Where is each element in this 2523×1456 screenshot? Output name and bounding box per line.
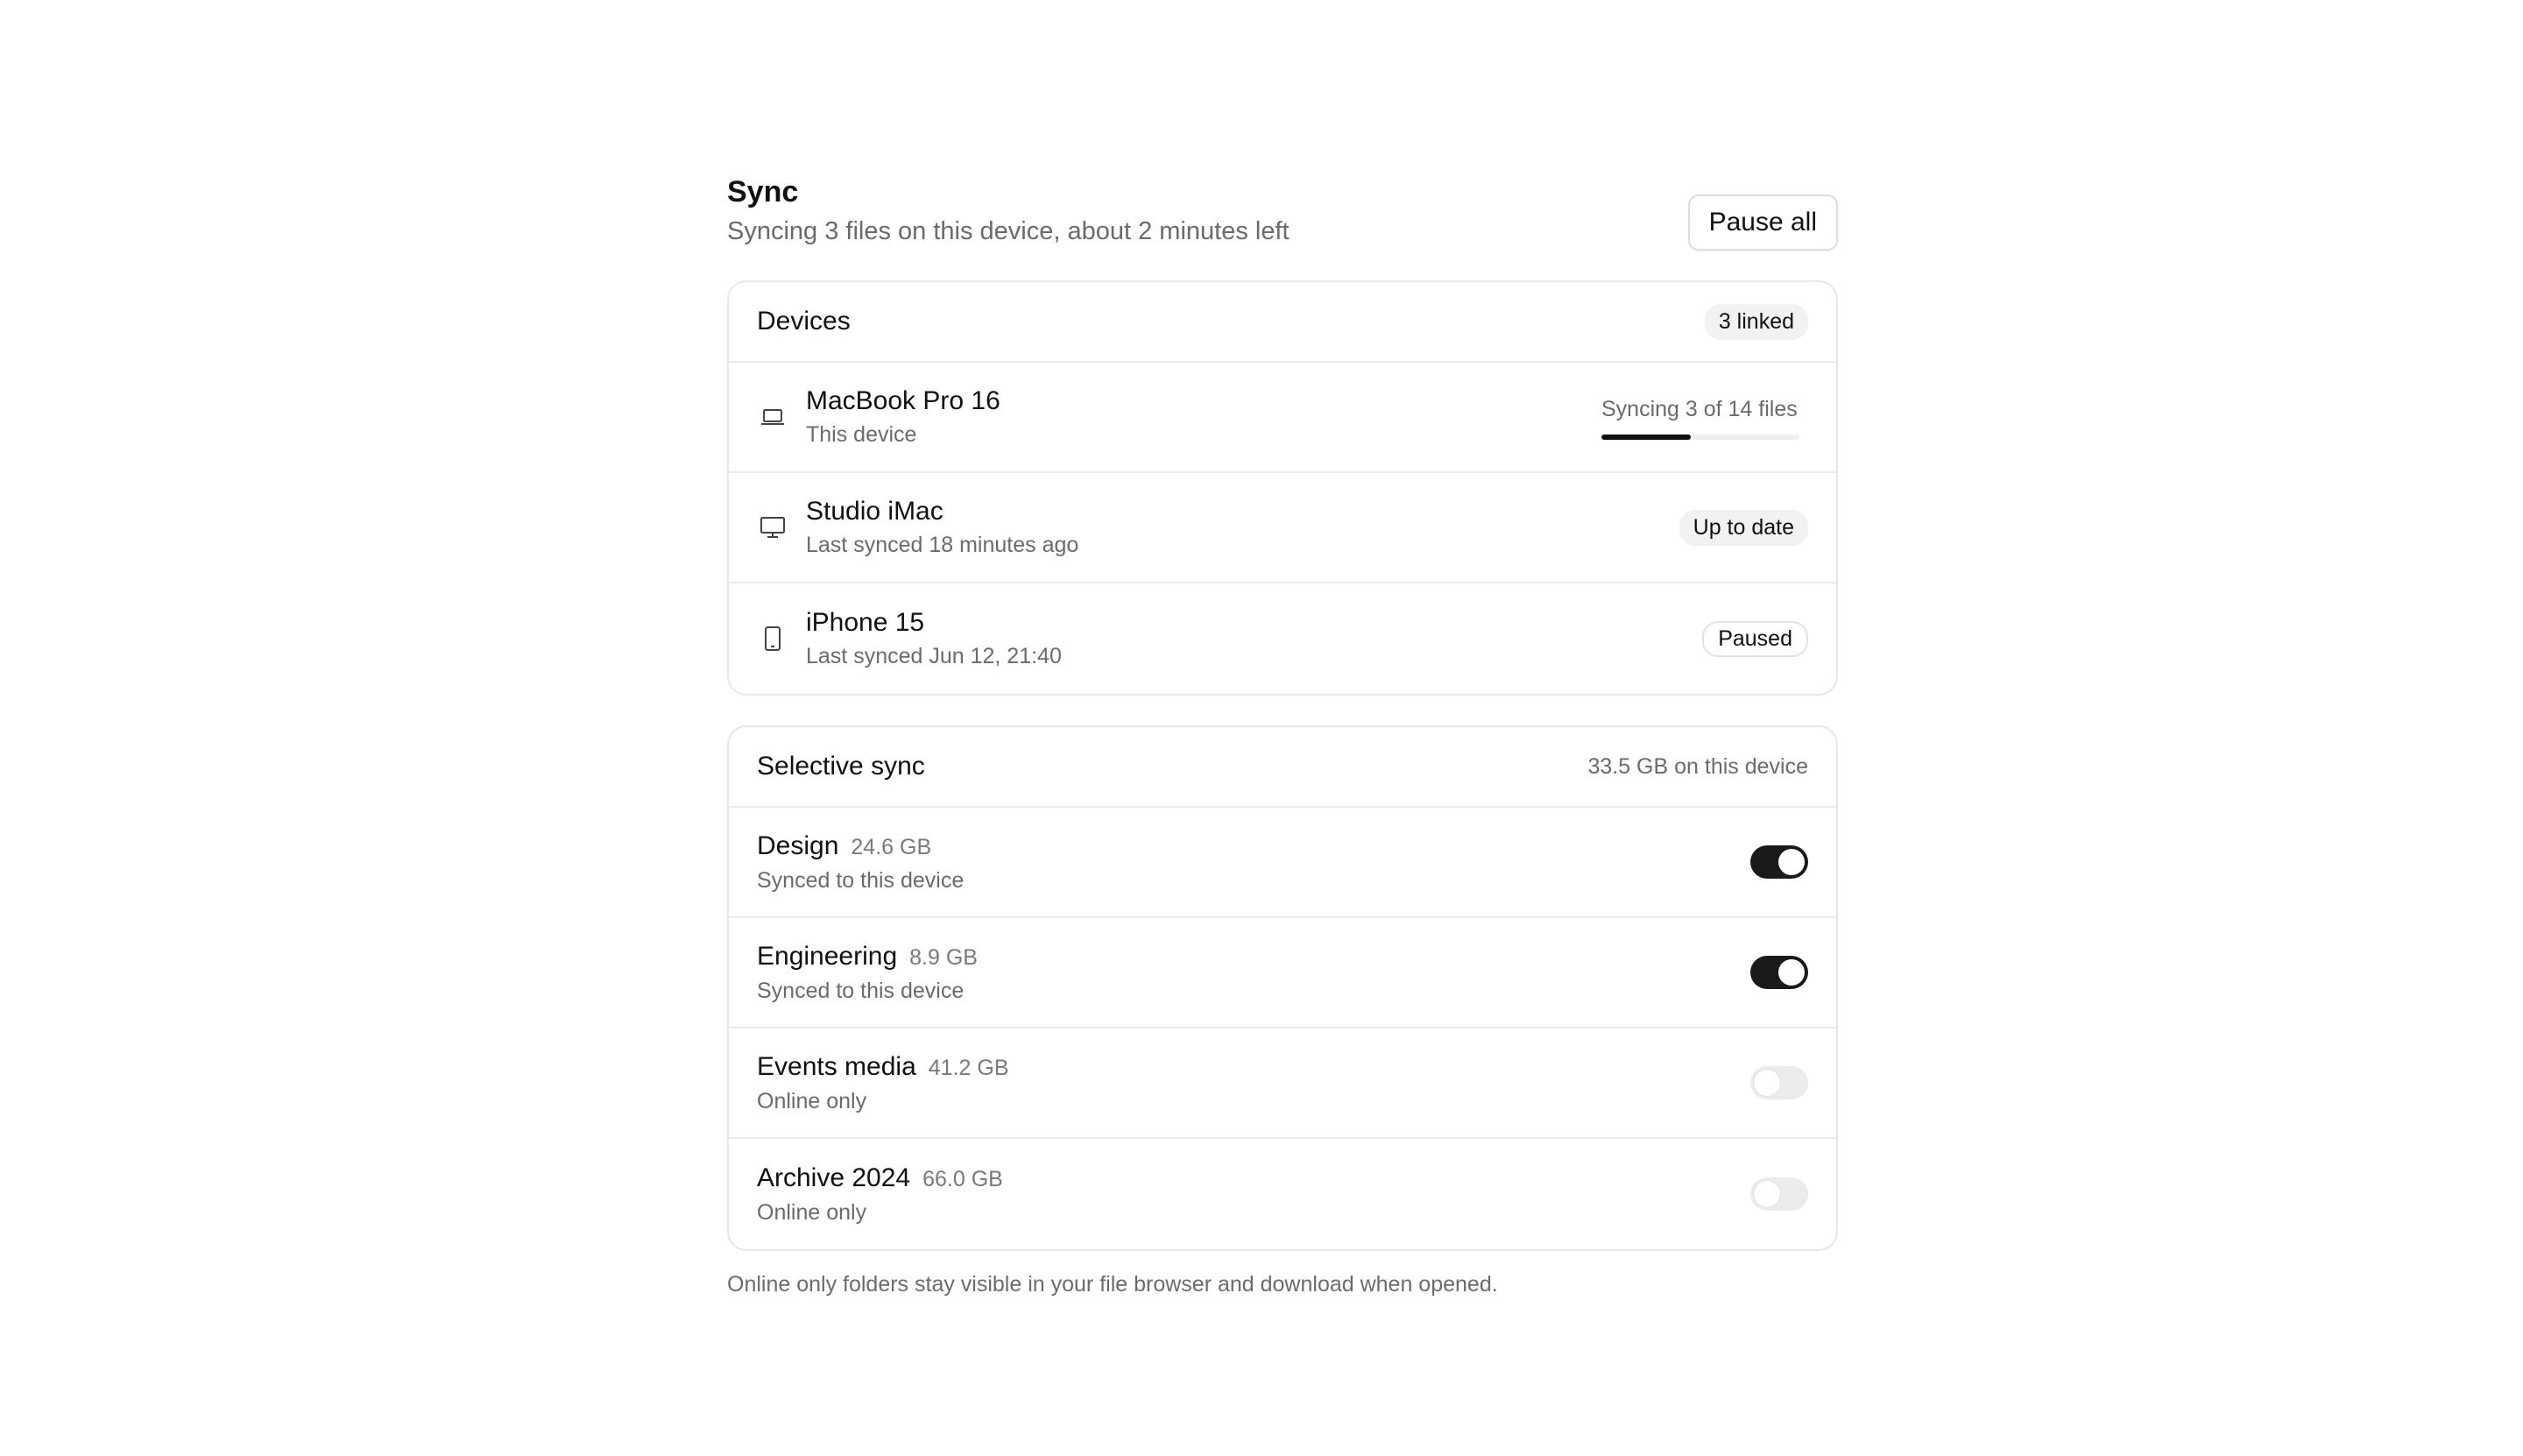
selective-sync-header: Selective sync 33.5 GB on this device: [729, 727, 1836, 808]
folder-row-engineering: Engineering 8.9 GB Synced to this device: [729, 918, 1836, 1028]
storage-summary: 33.5 GB on this device: [1587, 753, 1808, 779]
device-subtitle: This device: [806, 422, 917, 447]
page-header: Sync Syncing 3 files on this device, abo…: [727, 172, 1838, 280]
toggle-knob: [1778, 849, 1805, 875]
devices-card: Devices 3 linked MacBook Pro 16 This dev…: [727, 280, 1838, 696]
linked-count-badge: 3 linked: [1704, 303, 1808, 340]
device-subtitle: Last synced 18 minutes ago: [806, 533, 1079, 557]
sync-settings-page: Sync Syncing 3 files on this device, abo…: [727, 172, 1838, 1297]
device-row-iphone[interactable]: iPhone 15 Last synced Jun 12, 21:40 Paus…: [729, 583, 1836, 694]
toggle-knob: [1754, 1181, 1780, 1207]
page-subtitle: Syncing 3 files on this device, about 2 …: [727, 217, 1290, 245]
folder-sync-state: Synced to this device: [757, 978, 965, 1003]
devices-header: Devices 3 linked: [729, 282, 1836, 363]
laptop-icon: [757, 401, 788, 433]
device-name: MacBook Pro 16: [806, 386, 1000, 415]
device-row-imac[interactable]: Studio iMac Last synced 18 minutes ago U…: [729, 473, 1836, 583]
folder-sync-toggle[interactable]: [1750, 956, 1808, 989]
selective-sync-title: Selective sync: [757, 752, 925, 781]
folder-name: Engineering: [757, 941, 898, 971]
sync-progress-bar: [1601, 435, 1799, 440]
selective-sync-card: Selective sync 33.5 GB on this device De…: [727, 725, 1838, 1251]
pause-all-button[interactable]: Pause all: [1687, 194, 1838, 251]
devices-title: Devices: [757, 307, 851, 336]
page-title: Sync: [727, 175, 799, 209]
device-subtitle: Last synced Jun 12, 21:40: [806, 644, 1062, 668]
device-row-macbook[interactable]: MacBook Pro 16 This device Syncing 3 of …: [729, 363, 1836, 473]
online-only-footnote: Online only folders stay visible in your…: [727, 1272, 1498, 1297]
folder-name: Design: [757, 830, 839, 860]
desktop-icon: [757, 512, 788, 543]
folder-sync-state: Online only: [757, 1199, 867, 1225]
status-badge: Up to date: [1678, 509, 1808, 546]
folder-size: 41.2 GB: [928, 1055, 1009, 1080]
toggle-knob: [1754, 1070, 1780, 1096]
device-name: Studio iMac: [806, 497, 943, 526]
folder-sync-toggle[interactable]: [1750, 1066, 1808, 1099]
toggle-knob: [1778, 959, 1805, 986]
device-name: iPhone 15: [806, 608, 925, 637]
folder-name: Archive 2024: [757, 1163, 911, 1192]
folder-row-events-media: Events media 41.2 GB Online only: [729, 1028, 1836, 1139]
status-badge: Paused: [1702, 620, 1808, 657]
folder-size: 8.9 GB: [909, 944, 978, 970]
folder-name: Events media: [757, 1051, 916, 1081]
sync-progress-status: Syncing 3 of 14 files: [1601, 394, 1808, 440]
folder-sync-toggle[interactable]: [1750, 1177, 1808, 1211]
sync-progress-fill: [1601, 435, 1691, 440]
folder-row-archive-2024: Archive 2024 66.0 GB Online only: [729, 1139, 1836, 1249]
folder-sync-state: Online only: [757, 1088, 867, 1113]
folder-size: 66.0 GB: [922, 1166, 1003, 1191]
phone-icon: [757, 623, 788, 654]
folder-sync-state: Synced to this device: [757, 867, 965, 893]
folder-row-design: Design 24.6 GB Synced to this device: [729, 808, 1836, 918]
folder-sync-toggle[interactable]: [1750, 845, 1808, 879]
sync-progress-label: Syncing 3 of 14 files: [1601, 397, 1798, 421]
folder-size: 24.6 GB: [851, 834, 932, 859]
